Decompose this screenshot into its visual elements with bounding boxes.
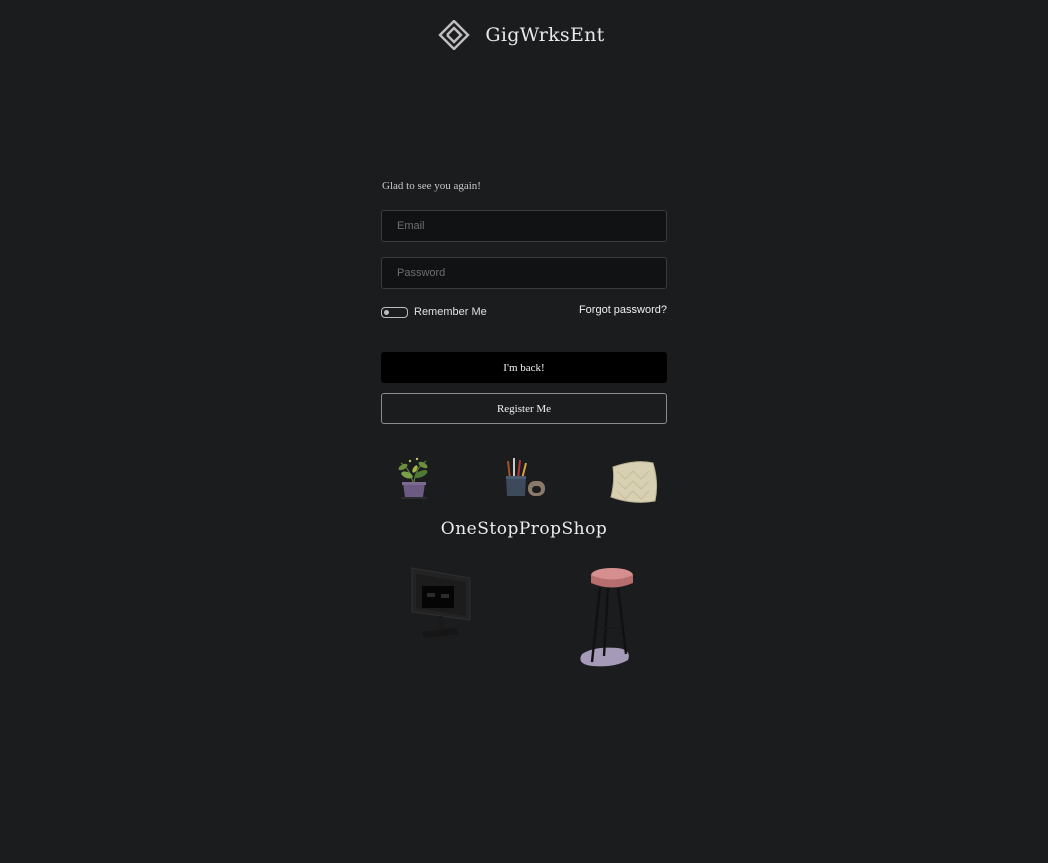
login-button[interactable]: I'm back! xyxy=(381,352,667,383)
password-field-wrapper xyxy=(381,257,667,289)
email-field[interactable] xyxy=(382,211,666,241)
toggle-knob xyxy=(384,310,389,315)
login-form: Glad to see you again! Remember Me Forgo… xyxy=(381,180,667,424)
pencil-cup-icon xyxy=(506,458,545,496)
pillow-icon xyxy=(610,461,658,503)
brand-name: GigWrksEnt xyxy=(485,24,605,46)
remember-row: Remember Me Forgot password? xyxy=(381,304,667,321)
register-button[interactable]: Register Me xyxy=(381,393,667,424)
login-page: GigWrksEnt Glad to see you again! Rememb… xyxy=(0,0,1048,863)
diamond-logo-icon xyxy=(438,20,471,50)
forgot-password-link[interactable]: Forgot password? xyxy=(579,304,667,316)
bar-stool-icon xyxy=(580,568,633,667)
email-field-wrapper xyxy=(381,210,667,242)
remember-me-label[interactable]: Remember Me xyxy=(414,306,487,318)
header: GigWrksEnt xyxy=(0,20,1048,50)
shop-title: OneStopPropShop xyxy=(440,519,608,539)
password-field[interactable] xyxy=(382,258,666,288)
potted-plant-icon xyxy=(398,457,428,499)
greeting-text: Glad to see you again! xyxy=(382,180,481,192)
remember-me-toggle[interactable] xyxy=(381,307,408,318)
monitor-icon xyxy=(411,567,471,638)
